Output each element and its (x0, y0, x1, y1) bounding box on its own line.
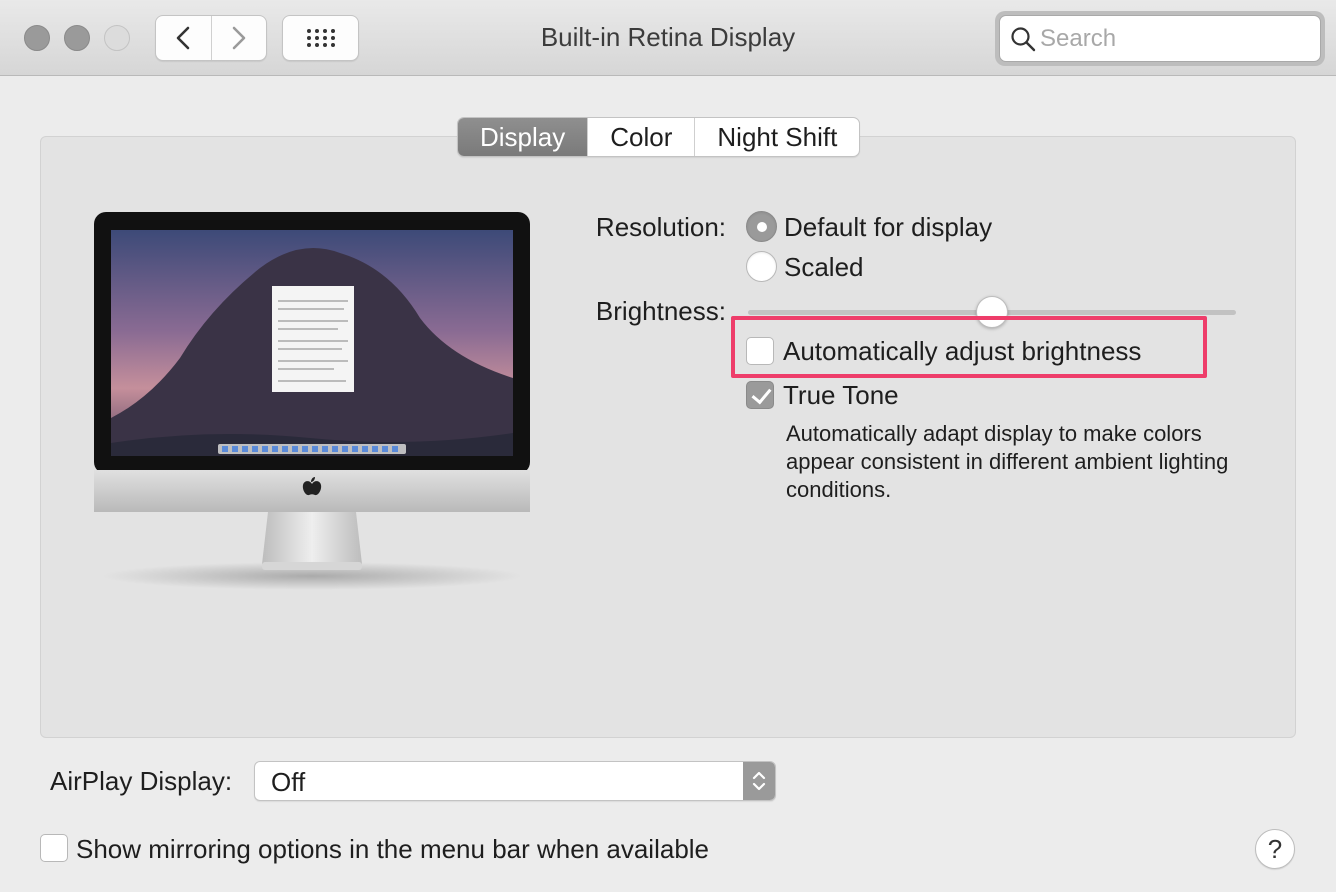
chevron-left-icon (176, 26, 190, 50)
auto-brightness-label[interactable]: Automatically adjust brightness (783, 336, 1141, 367)
airplay-label: AirPlay Display: (50, 766, 233, 796)
search-field[interactable] (999, 15, 1321, 62)
title-bar: Built-in Retina Display (0, 0, 1336, 76)
close-button[interactable] (24, 25, 50, 51)
help-button[interactable]: ? (1255, 829, 1295, 869)
tab-bar: Display Color Night Shift (457, 117, 861, 157)
resolution-default-radio[interactable] (746, 211, 777, 242)
true-tone-label[interactable]: True Tone (783, 380, 899, 411)
airplay-popup[interactable]: Off (254, 761, 776, 801)
search-field-wrapper (995, 11, 1325, 66)
resolution-label: Resolution: (595, 212, 726, 242)
airplay-value: Off (271, 767, 306, 797)
auto-brightness-checkbox[interactable] (746, 337, 774, 365)
tab-color[interactable]: Color (587, 118, 694, 156)
true-tone-checkbox[interactable] (746, 381, 774, 409)
show-all-button[interactable] (282, 15, 359, 61)
imac-illustration (94, 212, 530, 590)
forward-button[interactable] (210, 16, 267, 60)
resolution-scaled-radio[interactable] (746, 251, 777, 282)
brightness-label: Brightness: (595, 296, 726, 326)
search-icon (1011, 26, 1036, 51)
zoom-button[interactable] (104, 25, 130, 51)
minimize-button[interactable] (64, 25, 90, 51)
search-input[interactable] (1040, 24, 1300, 53)
tab-night-shift[interactable]: Night Shift (694, 118, 859, 156)
true-tone-description: Automatically adapt display to make colo… (786, 421, 1229, 502)
mirroring-label[interactable]: Show mirroring options in the menu bar w… (76, 834, 709, 865)
resolution-default-label[interactable]: Default for display (784, 212, 992, 243)
grid-icon (306, 29, 335, 47)
mirroring-checkbox[interactable] (40, 834, 68, 862)
resolution-scaled-label[interactable]: Scaled (784, 252, 864, 283)
popup-arrows-icon (743, 762, 775, 800)
chevron-right-icon (232, 26, 246, 50)
window-title: Built-in Retina Display (540, 22, 796, 52)
tab-display[interactable]: Display (458, 118, 588, 156)
navigation-buttons (155, 15, 267, 61)
back-button[interactable] (156, 16, 211, 60)
